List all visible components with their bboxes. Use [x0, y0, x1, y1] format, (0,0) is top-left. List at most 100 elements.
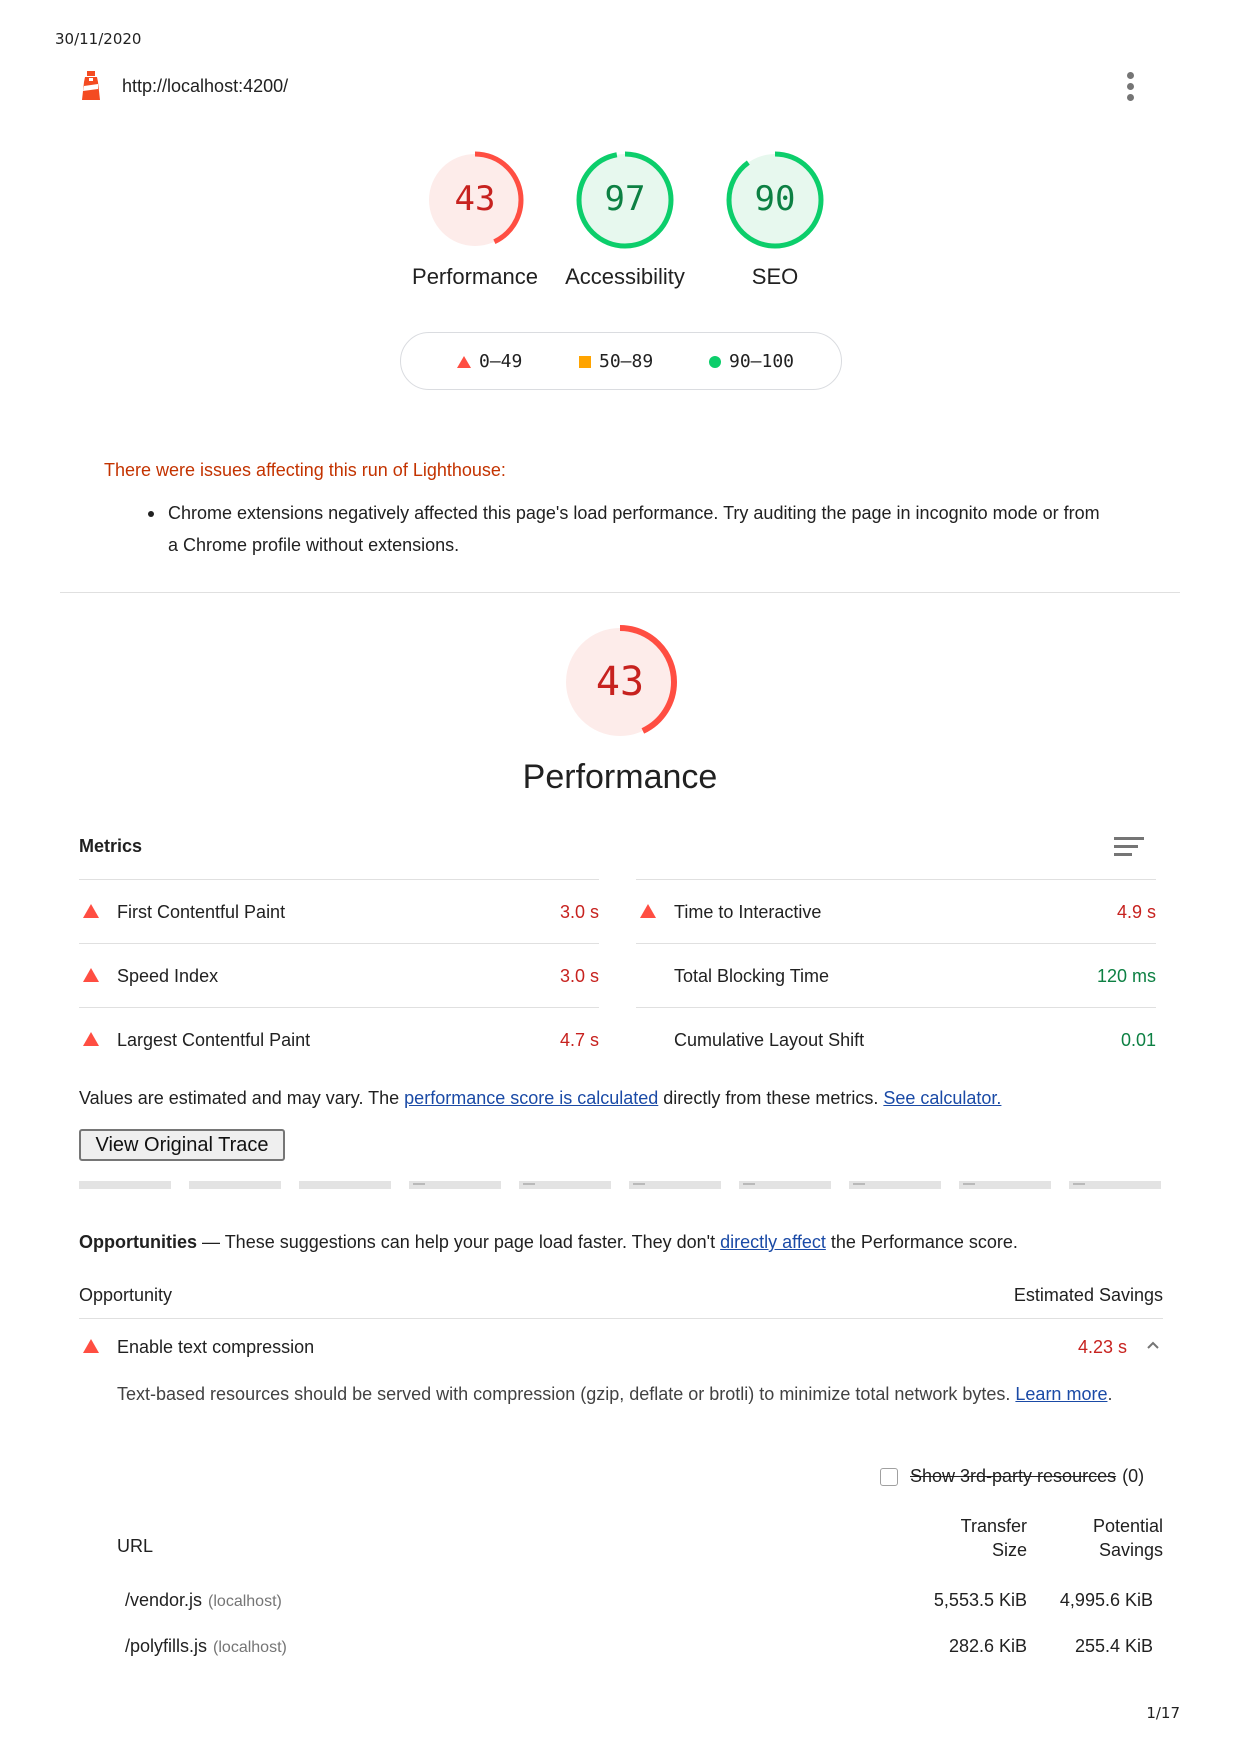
section-divider [60, 592, 1180, 593]
resource-url[interactable]: /polyfills.js [125, 1636, 207, 1656]
filmstrip-frame [739, 1181, 831, 1189]
section-title: Performance [522, 758, 718, 796]
legend-pass: 90–100 [709, 351, 794, 372]
col-transfer-size: Transfer Size [960, 1516, 1027, 1560]
view-original-trace-button[interactable]: View Original Trace [79, 1129, 285, 1161]
metric-row: Total Blocking Time 120 ms [636, 943, 1156, 1007]
metric-name: Total Blocking Time [674, 966, 830, 986]
run-warnings: There were issues affecting this run of … [104, 460, 1104, 561]
filmstrip [79, 1181, 1163, 1191]
metric-name: Largest Contentful Paint [117, 1030, 311, 1050]
gauge-seo[interactable]: 90 SEO [700, 150, 850, 290]
opportunity-row[interactable]: Enable text compression 4.23 s [79, 1319, 1163, 1369]
metric-name: First Contentful Paint [117, 902, 286, 922]
score-calculated-link[interactable]: performance score is calculated [404, 1088, 658, 1108]
opportunities-header: Opportunities — These suggestions can he… [79, 1232, 1018, 1252]
fail-triangle-icon [83, 968, 99, 982]
gauge-performance[interactable]: 43 Performance [400, 150, 550, 290]
resource-transfer-size: 282.6 KiB [948, 1636, 1027, 1656]
metrics-column-right: Time to Interactive 4.9 s Total Blocking T… [636, 879, 1156, 1071]
average-square-icon [579, 355, 591, 368]
filmstrip-frame [189, 1181, 281, 1189]
legend-fail-range: 0–49 [479, 351, 523, 372]
metric-row: Time to Interactive 4.9 s [636, 879, 1156, 943]
filmstrip-frame [1069, 1181, 1161, 1189]
filmstrip-frame [959, 1181, 1051, 1189]
resource-row: /polyfills.js (localhost) 282.6 KiB 255.4 K… [117, 1622, 1163, 1668]
metric-value: 3.0 s [559, 966, 599, 986]
metric-name: Speed Index [117, 966, 219, 986]
opportunities-table: Opportunity Estimated Savings Enable tex… [79, 1285, 1163, 1369]
metric-value: 120 ms [1096, 966, 1156, 986]
warnings-list: Chrome extensions negatively affected th… [148, 497, 1104, 561]
fail-triangle-icon [457, 355, 471, 368]
gauge-accessibility[interactable]: 97 Accessibility [550, 150, 700, 290]
resource-potential-savings: 255.4 KiB [1074, 1636, 1153, 1656]
performance-score-gauge: 43 [563, 625, 677, 739]
gauge-label: Accessibility [565, 264, 685, 289]
metric-name: Cumulative Layout Shift [674, 1030, 865, 1050]
warnings-title: There were issues affecting this run of … [104, 460, 506, 480]
col-potential-savings: Potential Savings [1092, 1516, 1163, 1560]
filmstrip-frame [629, 1181, 721, 1189]
warning-item: Chrome extensions negatively affected th… [148, 497, 1104, 561]
third-party-label: Show 3rd-party resources [910, 1466, 1117, 1486]
score-gauge-ring: 90 [726, 151, 824, 249]
page-url: http://localhost:4200/ [122, 76, 289, 96]
metrics-toggle-view-icon[interactable] [1114, 837, 1144, 859]
third-party-count: (0) [1122, 1466, 1145, 1486]
report-topbar: http://localhost:4200/ [78, 70, 1156, 104]
print-date: 30/11/2020 [55, 30, 142, 48]
directly-affect-link[interactable]: directly affect [720, 1232, 826, 1252]
filmstrip-frame [79, 1181, 171, 1189]
resource-potential-savings: 4,995.6 KiB [1059, 1590, 1153, 1610]
lighthouse-logo-icon [82, 71, 100, 100]
metric-row: Speed Index 3.0 s [79, 943, 599, 1007]
learn-more-link[interactable]: Learn more [1015, 1384, 1107, 1404]
metric-value: 0.01 [1120, 1030, 1156, 1050]
tools-menu-icon[interactable] [1124, 72, 1136, 102]
gauge-score: 97 [605, 179, 646, 219]
gauge-score: 90 [755, 179, 796, 219]
filmstrip-frame [519, 1181, 611, 1189]
gauge-label: SEO [751, 264, 799, 289]
fail-triangle-icon [640, 904, 656, 918]
score-gauge-ring: 43 [426, 151, 524, 249]
chevron-up-icon[interactable] [1145, 1337, 1161, 1353]
fail-triangle-icon [83, 1032, 99, 1046]
metric-value: 4.7 s [559, 1030, 599, 1050]
metrics-note: Values are estimated and may vary. The p… [79, 1088, 1002, 1108]
fail-triangle-icon [83, 1339, 99, 1353]
filmstrip-frame [849, 1181, 941, 1189]
see-calculator-link[interactable]: See calculator. [883, 1088, 1001, 1108]
opportunity-description: Text-based resources should be served wi… [117, 1384, 1113, 1404]
filmstrip-frame [409, 1181, 501, 1189]
col-estimated-savings: Estimated Savings [1013, 1285, 1163, 1305]
opportunities-table-header: Opportunity Estimated Savings [79, 1285, 1163, 1319]
score-scale-legend: 0–49 50–89 90–100 [400, 332, 842, 390]
metric-row: Largest Contentful Paint 4.7 s [79, 1007, 599, 1071]
gauge-score: 43 [455, 179, 496, 219]
score-gauge-ring: 97 [576, 151, 674, 249]
opportunity-name: Enable text compression [117, 1337, 315, 1357]
gauge-label: Performance [412, 264, 538, 289]
performance-score: 43 [596, 659, 644, 705]
resource-transfer-size: 5,553.5 KiB [933, 1590, 1027, 1610]
resource-url[interactable]: /vendor.js [125, 1590, 202, 1610]
metric-row: Cumulative Layout Shift 0.01 [636, 1007, 1156, 1071]
metrics-column-left: First Contentful Paint 3.0 s Speed Index 3.… [79, 879, 599, 1071]
resource-row: /vendor.js (localhost) 5,553.5 KiB 4,995.6 … [117, 1576, 1163, 1622]
col-url: URL [117, 1536, 154, 1556]
third-party-checkbox[interactable] [880, 1467, 898, 1486]
fail-triangle-icon [83, 904, 99, 918]
col-opportunity: Opportunity [79, 1285, 173, 1305]
metric-value: 3.0 s [559, 902, 599, 922]
filmstrip-frame [299, 1181, 391, 1189]
legend-fail: 0–49 [457, 351, 522, 372]
score-gauges: 43 Performance 97 Accessibility 90 SEO [400, 150, 840, 300]
legend-average: 50–89 [579, 351, 653, 372]
third-party-filter[interactable]: Show 3rd-party resources (0) [880, 1466, 1144, 1487]
metric-value: 4.9 s [1116, 902, 1156, 922]
pass-circle-icon [709, 355, 721, 368]
opportunity-savings: 4.23 s [1077, 1337, 1127, 1357]
